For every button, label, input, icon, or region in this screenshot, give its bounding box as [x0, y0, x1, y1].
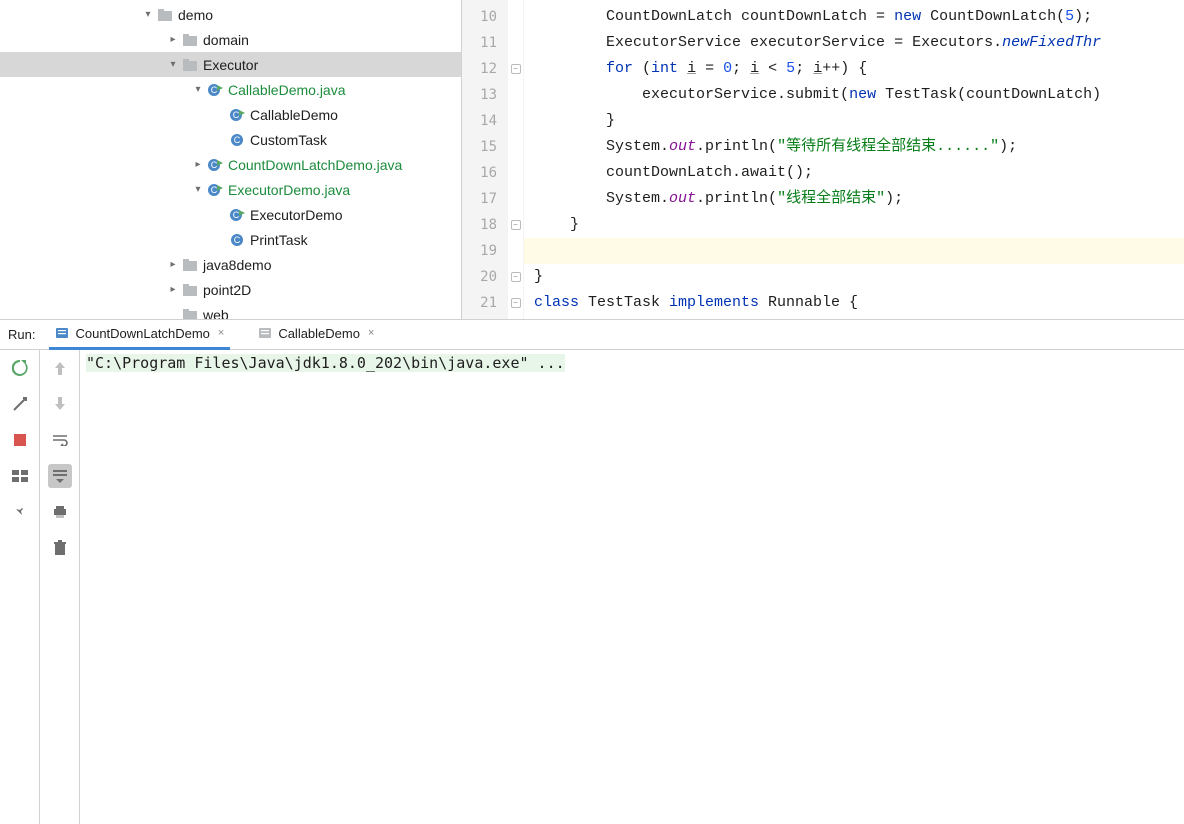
tree-file-callabledemo-java[interactable]: ▾ C CallableDemo.java [0, 77, 461, 102]
svg-text:C: C [233, 110, 240, 120]
chevron-right-icon: ▸ [190, 159, 206, 170]
fold-strip: − − − − [508, 0, 524, 319]
chevron-right-icon: ▸ [165, 284, 181, 295]
stop-button[interactable] [8, 428, 32, 452]
scroll-to-end-button[interactable] [48, 464, 72, 488]
tree-label: Executor [203, 57, 258, 73]
run-config-icon [55, 325, 71, 341]
line-number: 10 [462, 4, 507, 30]
soft-wrap-button[interactable] [48, 428, 72, 452]
line-number: 17 [462, 186, 507, 212]
chevron-down-icon: ▾ [165, 59, 181, 70]
editor-gutter: 10 11 12 13 14 15 16 17 18 19 20 21 [462, 0, 508, 319]
tree-label: CustomTask [250, 132, 327, 148]
code-editor[interactable]: CountDownLatch countDownLatch = new Coun… [524, 0, 1184, 319]
print-button[interactable] [48, 500, 72, 524]
folder-icon [181, 282, 199, 298]
java-class-run-icon: C [206, 182, 224, 198]
console-line: "C:\Program Files\Java\jdk1.8.0_202\bin\… [86, 354, 565, 372]
java-class-run-icon: C [206, 82, 224, 98]
run-tab-countdownlatchdemo[interactable]: CountDownLatchDemo × [49, 320, 230, 350]
fold-marker-icon[interactable]: − [511, 272, 521, 282]
tree-label: web [203, 307, 229, 320]
folder-icon [156, 7, 174, 23]
run-tab-callabledemo[interactable]: CallableDemo × [252, 320, 380, 350]
tree-label: PrintTask [250, 232, 308, 248]
run-toolbar-secondary [40, 350, 80, 824]
line-number: 18 [462, 212, 507, 238]
java-class-run-icon: C [228, 107, 246, 123]
line-number: 20 [462, 264, 507, 290]
tree-class-callabledemo[interactable]: C CallableDemo [0, 102, 461, 127]
run-tab-label: CountDownLatchDemo [75, 326, 209, 341]
rerun-button[interactable] [8, 356, 32, 380]
chevron-down-icon: ▾ [140, 9, 156, 20]
run-panel-title: Run: [0, 327, 49, 342]
tree-class-customtask[interactable]: C CustomTask [0, 127, 461, 152]
tree-folder-domain[interactable]: ▸ domain [0, 27, 461, 52]
run-toolbar-primary [0, 350, 40, 824]
folder-icon [181, 307, 199, 320]
java-class-run-icon: C [228, 207, 246, 223]
svg-text:C: C [233, 210, 240, 220]
tree-file-executordemo-java[interactable]: ▾ C ExecutorDemo.java [0, 177, 461, 202]
svg-text:C: C [211, 85, 218, 95]
tree-label: domain [203, 32, 249, 48]
line-number: 14 [462, 108, 507, 134]
tree-label: demo [178, 7, 213, 23]
folder-icon [181, 57, 199, 73]
close-icon[interactable]: × [368, 327, 374, 339]
tree-folder-web[interactable]: web [0, 302, 461, 319]
console-output[interactable]: "C:\Program Files\Java\jdk1.8.0_202\bin\… [80, 350, 1184, 824]
trash-button[interactable] [48, 536, 72, 560]
tree-class-printtask[interactable]: C PrintTask [0, 227, 461, 252]
java-class-icon: C [228, 232, 246, 248]
svg-text:C: C [211, 185, 218, 195]
run-tab-label: CallableDemo [278, 326, 360, 341]
tree-label: CallableDemo [250, 107, 338, 123]
tree-folder-executor[interactable]: ▾ Executor [0, 52, 461, 77]
close-icon[interactable]: × [218, 327, 224, 339]
fold-marker-icon[interactable]: − [511, 298, 521, 308]
chevron-right-icon: ▸ [165, 259, 181, 270]
tree-label: CallableDemo.java [228, 82, 346, 98]
line-number: 13 [462, 82, 507, 108]
settings-button[interactable] [8, 392, 32, 416]
down-button[interactable] [48, 392, 72, 416]
pin-button[interactable] [8, 500, 32, 524]
tree-folder-demo[interactable]: ▾ demo [0, 2, 461, 27]
tree-label: ExecutorDemo [250, 207, 343, 223]
fold-marker-icon[interactable]: − [511, 220, 521, 230]
chevron-down-icon: ▾ [190, 184, 206, 195]
tree-label: CountDownLatchDemo.java [228, 157, 402, 173]
java-class-icon: C [228, 132, 246, 148]
svg-text:C: C [211, 160, 218, 170]
project-tree[interactable]: ▾ demo ▸ domain ▾ Executor ▾ C CallableD… [0, 0, 462, 319]
tree-label: java8demo [203, 257, 272, 273]
line-number: 19 [462, 238, 507, 264]
line-number: 12 [462, 56, 507, 82]
tree-folder-java8demo[interactable]: ▸ java8demo [0, 252, 461, 277]
line-number: 11 [462, 30, 507, 56]
tree-folder-point2d[interactable]: ▸ point2D [0, 277, 461, 302]
line-number: 16 [462, 160, 507, 186]
tree-class-executordemo[interactable]: C ExecutorDemo [0, 202, 461, 227]
layout-button[interactable] [8, 464, 32, 488]
line-number: 21 [462, 290, 507, 316]
chevron-down-icon: ▾ [190, 84, 206, 95]
up-button[interactable] [48, 356, 72, 380]
tree-label: point2D [203, 282, 251, 298]
line-number: 15 [462, 134, 507, 160]
run-config-icon [258, 325, 274, 341]
tree-label: ExecutorDemo.java [228, 182, 350, 198]
fold-marker-icon[interactable]: − [511, 64, 521, 74]
tree-file-countdownlatchdemo-java[interactable]: ▸ C CountDownLatchDemo.java [0, 152, 461, 177]
folder-icon [181, 32, 199, 48]
java-class-run-icon: C [206, 157, 224, 173]
chevron-right-icon: ▸ [165, 34, 181, 45]
svg-text:C: C [234, 135, 241, 145]
folder-icon [181, 257, 199, 273]
svg-text:C: C [234, 235, 241, 245]
run-panel-header: Run: CountDownLatchDemo × CallableDemo × [0, 320, 1184, 350]
